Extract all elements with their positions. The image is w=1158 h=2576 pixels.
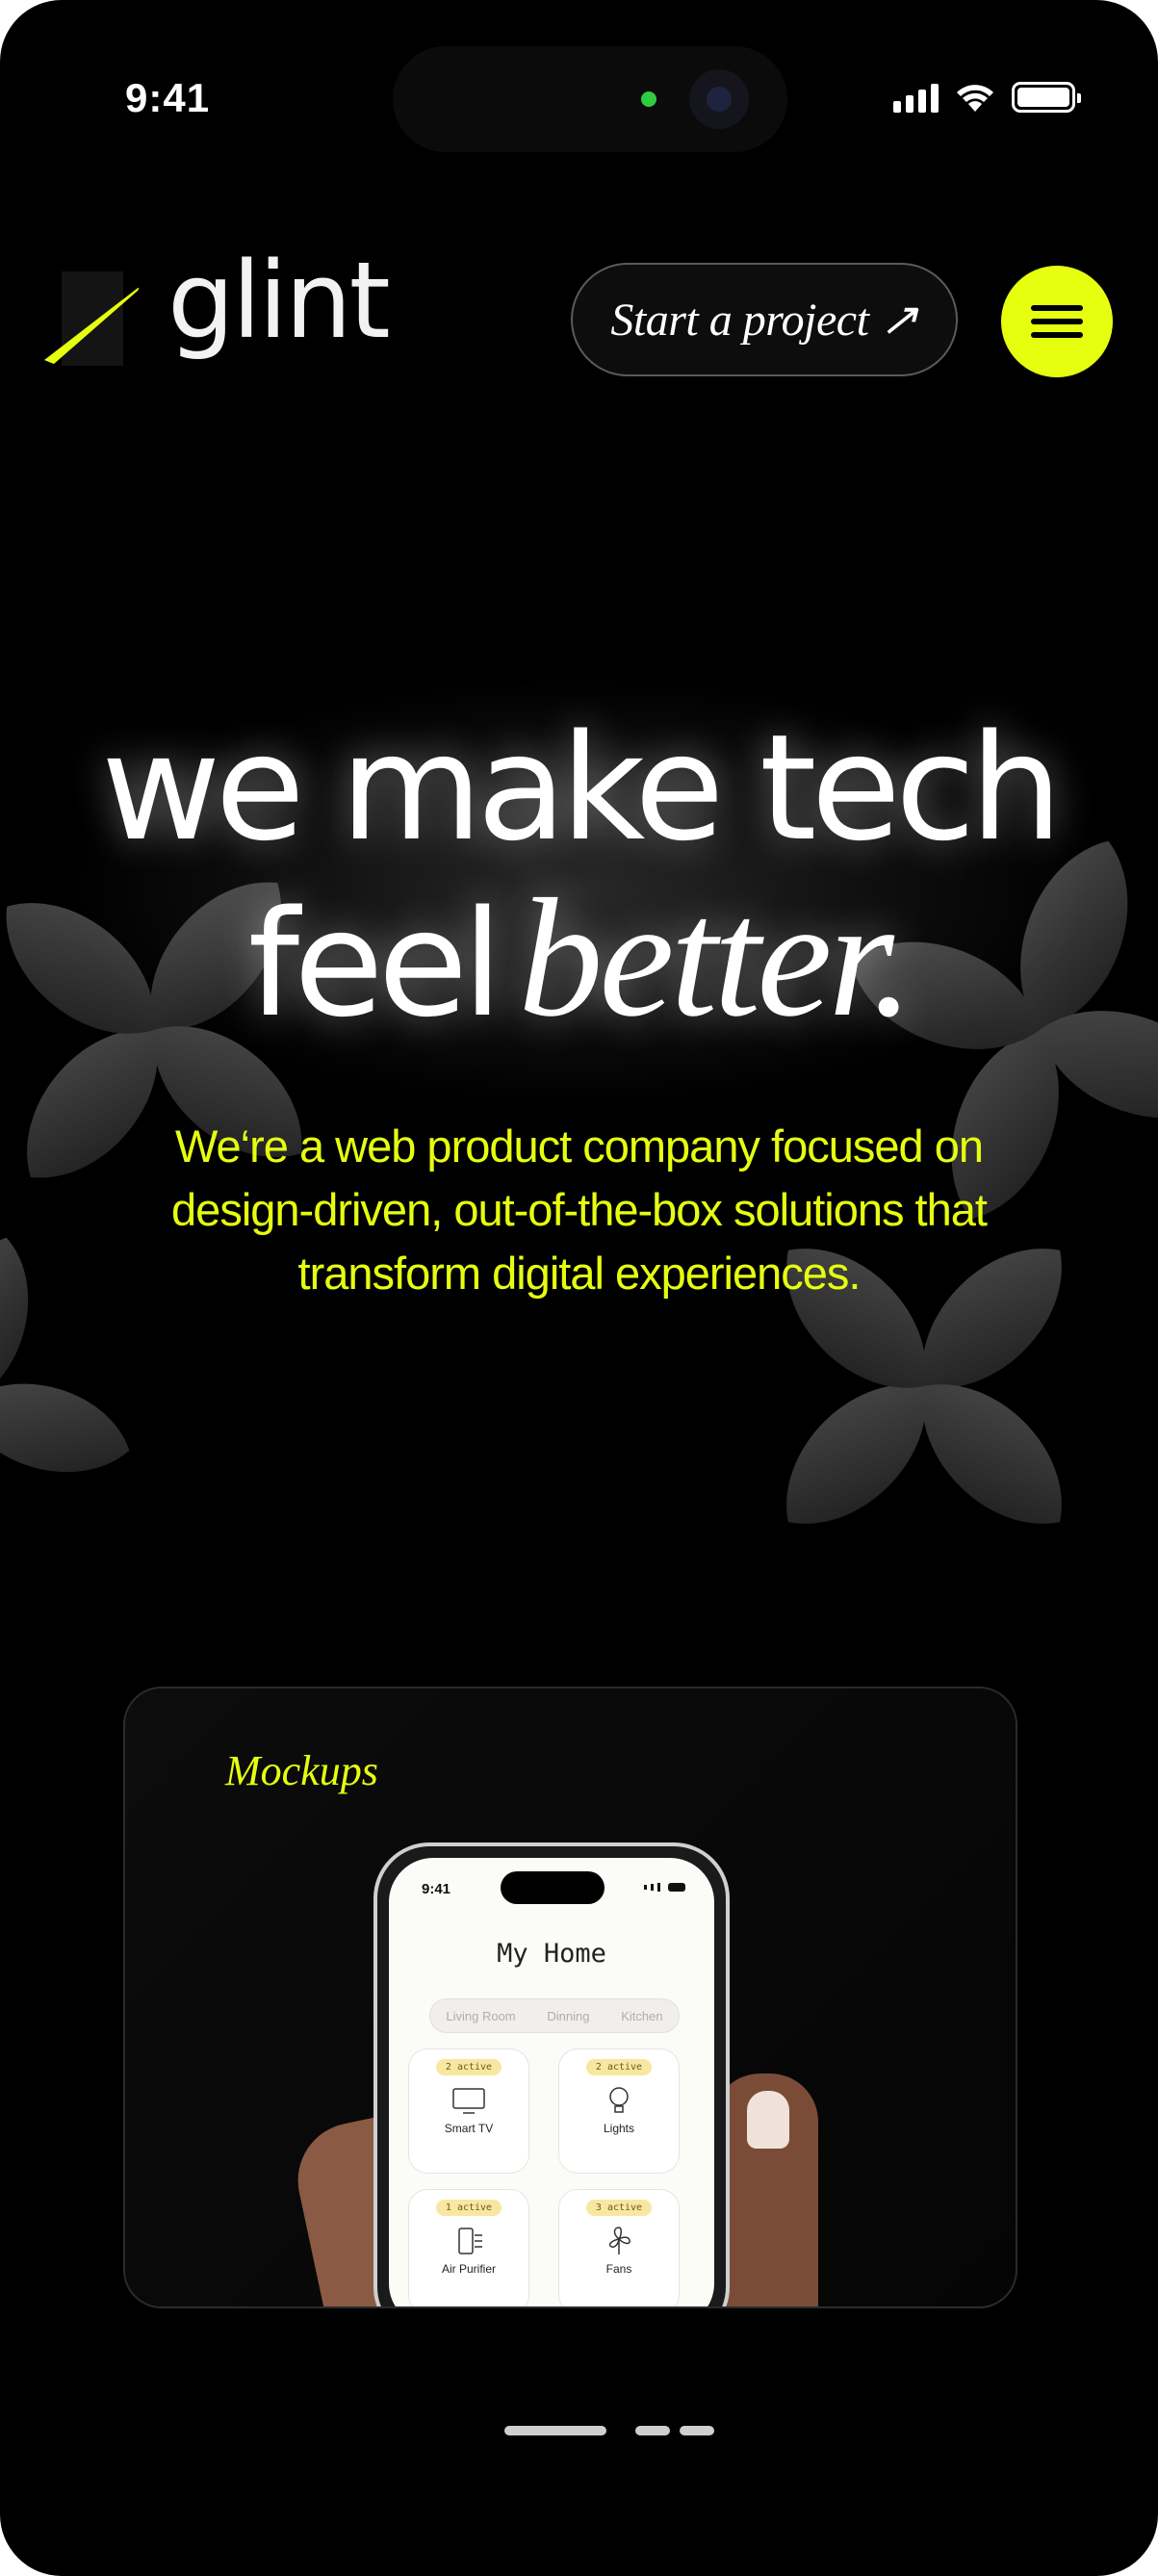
hamburger-menu-icon [1031,305,1083,311]
mockup-tile-lights: 2 active Lights [558,2048,680,2174]
logo[interactable]: glint [40,239,391,368]
mockup-dynamic-island [501,1871,605,1904]
mockup-tile-badge: 3 active [585,2200,653,2216]
logo-wordmark: glint [167,239,391,362]
mockup-tile-badge: 1 active [435,2200,502,2216]
start-project-button[interactable]: Start a project ↗ [571,263,958,376]
mockup-tab: Dinning [547,2008,590,2023]
pager-dot[interactable] [635,2426,670,2435]
mockup-tile-air-purifier: 1 active Air Purifier [408,2189,529,2306]
hero-subtitle: We‘re a web product company focused on d… [171,1121,988,1299]
pager-dot-active[interactable] [504,2426,606,2435]
mockup-tile-label: Lights [603,2122,635,2135]
hero-headline-italic: better. [518,864,914,1052]
bulb-icon [609,2087,629,2113]
fan-icon [608,2227,630,2254]
mockup-status-time: 9:41 [422,1881,451,1897]
phone-frame: 9:41 glint Start a project ↗ we make tec… [0,0,1158,2576]
mockups-card[interactable]: Mockups 9:41 My Home Living Room Dinning… [123,1687,1017,2308]
mockup-tile-badge: 2 active [435,2059,502,2075]
dynamic-island [393,46,787,152]
mockup-tab: Living Room [446,2008,516,2023]
front-camera-icon [689,69,749,129]
battery-icon [1012,82,1081,113]
mockup-title: My Home [497,1939,606,1969]
status-icons [893,81,1081,114]
cellular-signal-icon [893,82,939,113]
mockup-screen: 9:41 My Home Living Room Dinning Kitchen… [389,1858,714,2306]
hero-headline-line1: we make tech [101,703,1063,873]
mockup-tile-fans: 3 active Fans [558,2189,680,2306]
mockup-status-icons [644,1883,685,1892]
glint-logo-icon [44,271,140,366]
mockup-tile-label: Fans [605,2262,632,2276]
wifi-icon [957,85,993,112]
mockup-tile-label: Smart TV [444,2122,494,2135]
mockup-tile-label: Air Purifier [441,2262,496,2276]
menu-button[interactable] [1001,266,1113,377]
mockup-tab: Kitchen [621,2008,663,2023]
camera-indicator-icon [641,91,656,107]
status-time: 9:41 [125,75,211,120]
mockup-phone: 9:41 My Home Living Room Dinning Kitchen… [373,1842,730,2306]
pager-dot[interactable] [680,2426,714,2435]
hero-headline-plain: feel [247,879,503,1049]
card-label: Mockups [225,1747,378,1794]
air-purifier-icon [458,2228,482,2254]
mockup-room-tabs: Living Room Dinning Kitchen [429,1998,680,2033]
hero-headline-line2: feel better. [0,862,1158,1056]
mockup-tile-badge: 2 active [585,2059,653,2075]
mockup-tile-smart-tv: 2 active Smart TV [408,2048,529,2174]
tv-icon [452,2088,485,2114]
carousel-pager[interactable] [504,2426,714,2435]
